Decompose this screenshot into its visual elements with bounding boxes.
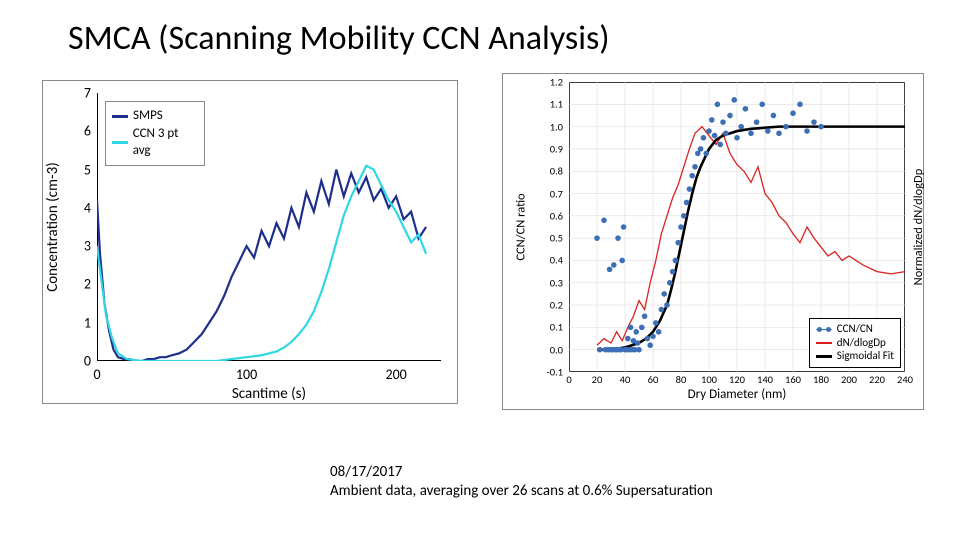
xtick: 80 — [676, 373, 687, 386]
ytick: 2 — [67, 276, 91, 293]
legend-swatch-smps — [112, 115, 128, 118]
chart-left-frame: 0 1 2 3 4 5 6 7 0 100 200 Scantime (s) Concentrat… — [42, 80, 458, 404]
ytick: 5 — [67, 161, 91, 178]
slide-title: SMCA (Scanning Mobility CCN Analysis) — [68, 18, 610, 59]
ytick: 1.2 — [539, 76, 563, 89]
chart-right-ylabel-left: CCN/CN ratio — [514, 193, 529, 260]
caption: 08/17/2017 Ambient data, averaging over … — [330, 463, 713, 501]
legend-swatch-sigfit — [816, 355, 832, 358]
caption-text: Ambient data, averaging over 26 scans at… — [330, 482, 713, 500]
ytick: 3 — [67, 238, 91, 255]
xtick: 140 — [757, 373, 773, 386]
ytick: 0.5 — [539, 232, 563, 245]
chart-right-legend: CCN/CN dN/dlogDp Sigmoidal Fit — [809, 318, 901, 368]
ytick: 4 — [67, 199, 91, 216]
legend-swatch-ccn — [112, 141, 128, 144]
xtick: 0 — [93, 366, 100, 383]
chart-right-ylabel-right: Normalized dN/dlogDp — [912, 169, 927, 286]
legend-swatch-ccncn — [816, 329, 832, 330]
legend-label-ccn: CCN 3 pt avg — [133, 126, 198, 159]
xtick: 120 — [729, 373, 745, 386]
ytick: 0.7 — [539, 187, 563, 200]
xtick: 220 — [869, 373, 885, 386]
xtick: 20 — [592, 373, 603, 386]
chart-left-legend: SMPS CCN 3 pt avg — [105, 101, 205, 166]
ytick: 0.1 — [539, 321, 563, 334]
legend-label-ccncn: CCN/CN — [837, 323, 873, 336]
legend-label-smps: SMPS — [133, 108, 163, 124]
ytick: 0.3 — [539, 276, 563, 289]
caption-date: 08/17/2017 — [330, 463, 402, 481]
chart-left-xlabel: Scantime (s) — [232, 385, 306, 403]
xtick: 200 — [841, 373, 857, 386]
ytick: 1.1 — [539, 98, 563, 111]
ytick: 0.6 — [539, 209, 563, 222]
ytick: 0.8 — [539, 165, 563, 178]
chart-right-xlabel: Dry Diameter (nm) — [688, 387, 787, 402]
ytick: 7 — [67, 85, 91, 102]
ytick: 0.9 — [539, 142, 563, 155]
legend-swatch-dndlogdp — [816, 342, 832, 344]
chart-left-plot: 01234567 0100200 Scantime (s) Concentrat… — [97, 93, 441, 361]
chart-right-frame: -0.1 0.0 0.1 0.2 0.3 0.4 0.5 0.6 0.7 0.8 0.9 1.0 1.1… — [502, 73, 924, 410]
ytick: 6 — [67, 123, 91, 140]
ytick: -0.1 — [539, 366, 563, 379]
xtick: 60 — [648, 373, 659, 386]
legend-label-dndlogdp: dN/dlogDp — [837, 337, 886, 350]
xtick: 0 — [566, 373, 571, 386]
ytick: 0.4 — [539, 254, 563, 267]
chart-right-plot: -0.10.00.10.20.30.40.50.60.70.80.91.01.1… — [569, 82, 905, 372]
ytick: 1.0 — [539, 120, 563, 133]
legend-label-sigfit: Sigmoidal Fit — [837, 350, 894, 363]
xtick: 200 — [385, 366, 406, 383]
ytick: 1 — [67, 314, 91, 331]
xtick: 160 — [785, 373, 801, 386]
ytick: 0.0 — [539, 343, 563, 356]
xtick: 100 — [236, 366, 257, 383]
xtick: 100 — [701, 373, 717, 386]
xtick: 40 — [620, 373, 631, 386]
ytick: 0.2 — [539, 299, 563, 312]
chart-left-ylabel: Concentration (cm-3) — [44, 162, 62, 292]
xtick: 240 — [897, 373, 913, 386]
xtick: 180 — [813, 373, 829, 386]
ytick: 0 — [67, 353, 91, 370]
